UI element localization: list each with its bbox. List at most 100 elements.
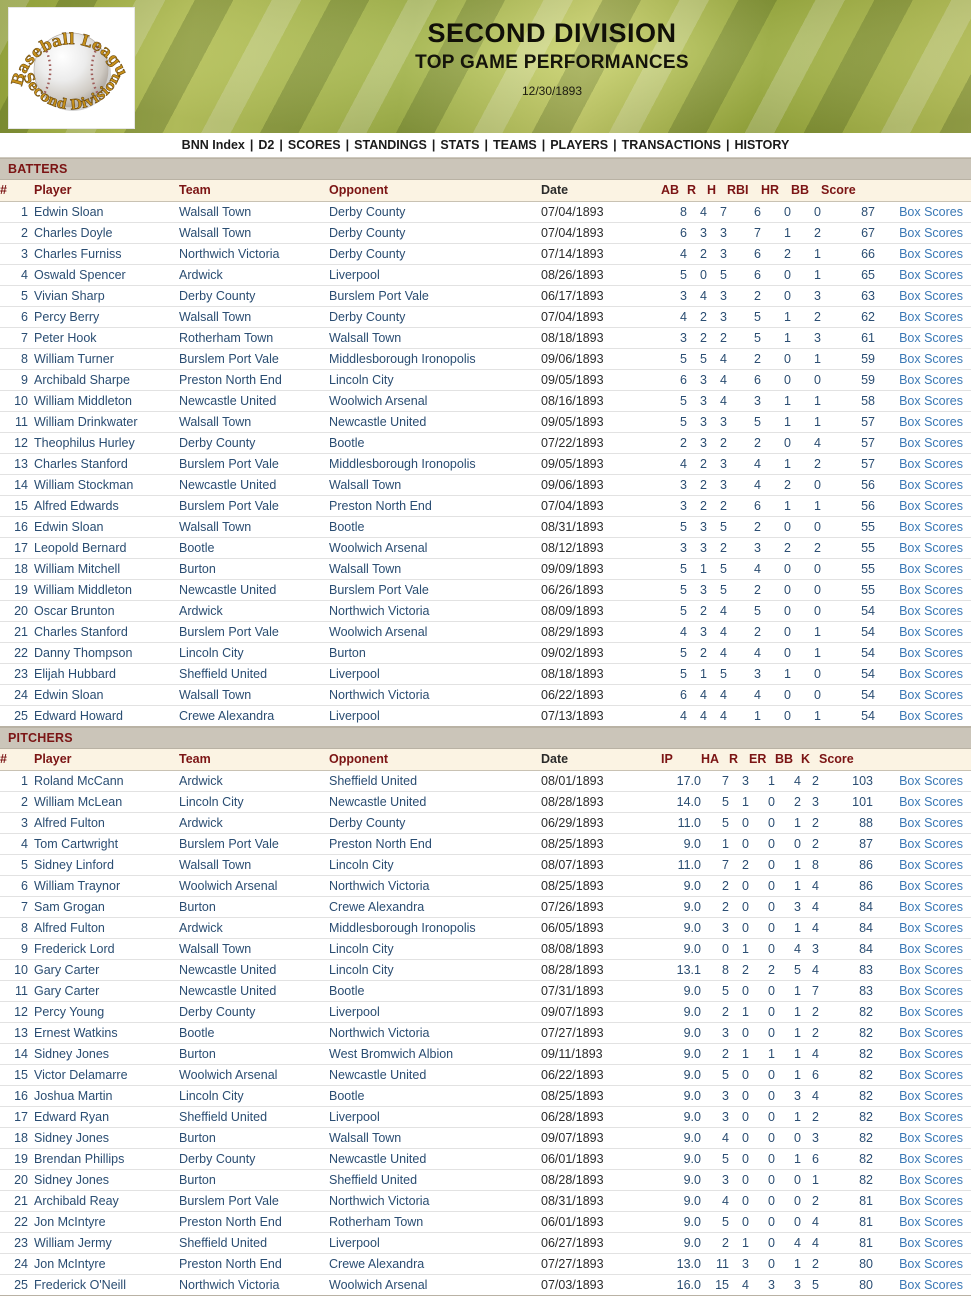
- batter-box-link[interactable]: Box Scores: [899, 688, 963, 702]
- pitcher-box-link[interactable]: Box Scores: [899, 963, 963, 977]
- batter-team-link[interactable]: Crewe Alexandra: [179, 709, 274, 723]
- pitcher-player-link[interactable]: Alfred Fulton: [34, 921, 105, 935]
- pitcher-box-link[interactable]: Box Scores: [899, 1257, 963, 1271]
- pitcher-cell-player[interactable]: Archibald Reay: [34, 1190, 179, 1212]
- batter-cell-team[interactable]: Bootle: [179, 537, 329, 559]
- pitcher-player-link[interactable]: Tom Cartwright: [34, 837, 118, 851]
- batters-col-date[interactable]: Date: [541, 180, 661, 202]
- pitcher-cell-box[interactable]: Box Scores: [873, 1253, 971, 1275]
- pitcher-team-link[interactable]: Burslem Port Vale: [179, 1194, 279, 1208]
- pitcher-cell-team[interactable]: Sheffield United: [179, 1232, 329, 1254]
- batter-cell-team[interactable]: Walsall Town: [179, 516, 329, 538]
- pitcher-cell-opponent[interactable]: Bootle: [329, 1085, 541, 1107]
- pitcher-cell-player[interactable]: Jon McIntyre: [34, 1211, 179, 1233]
- batter-cell-box[interactable]: Box Scores: [875, 474, 971, 496]
- pitcher-player-link[interactable]: Alfred Fulton: [34, 816, 105, 830]
- pitchers-col-rank[interactable]: #: [0, 749, 34, 771]
- batter-cell-team[interactable]: Newcastle United: [179, 474, 329, 496]
- batter-opponent-link[interactable]: Northwich Victoria: [329, 604, 430, 618]
- batter-cell-team[interactable]: Walsall Town: [179, 201, 329, 223]
- batter-player-link[interactable]: Alfred Edwards: [34, 499, 119, 513]
- pitcher-opponent-link[interactable]: Lincoln City: [329, 963, 394, 977]
- pitcher-box-link[interactable]: Box Scores: [899, 816, 963, 830]
- pitcher-box-link[interactable]: Box Scores: [899, 1026, 963, 1040]
- batter-cell-player[interactable]: Edward Howard: [34, 705, 179, 727]
- batter-opponent-link[interactable]: Walsall Town: [329, 562, 401, 576]
- batter-box-link[interactable]: Box Scores: [899, 541, 963, 555]
- batter-cell-opponent[interactable]: Walsall Town: [329, 558, 541, 580]
- batters-col-team[interactable]: Team: [179, 180, 329, 202]
- pitcher-cell-opponent[interactable]: Crewe Alexandra: [329, 896, 541, 918]
- batter-player-link[interactable]: William Stockman: [34, 478, 133, 492]
- batter-cell-team[interactable]: Ardwick: [179, 264, 329, 286]
- pitcher-cell-player[interactable]: Alfred Fulton: [34, 812, 179, 834]
- batter-team-link[interactable]: Northwich Victoria: [179, 247, 280, 261]
- pitcher-cell-opponent[interactable]: Sheffield United: [329, 1169, 541, 1191]
- pitcher-team-link[interactable]: Sheffield United: [179, 1110, 267, 1124]
- pitcher-cell-team[interactable]: Northwich Victoria: [179, 1274, 329, 1296]
- pitcher-player-link[interactable]: Sidney Linford: [34, 858, 114, 872]
- pitcher-cell-team[interactable]: Ardwick: [179, 812, 329, 834]
- pitcher-opponent-link[interactable]: Liverpool: [329, 1236, 380, 1250]
- batter-cell-box[interactable]: Box Scores: [875, 495, 971, 517]
- batter-cell-opponent[interactable]: Bootle: [329, 516, 541, 538]
- batter-opponent-link[interactable]: Preston North End: [329, 499, 432, 513]
- pitcher-cell-player[interactable]: Joshua Martin: [34, 1085, 179, 1107]
- batter-cell-player[interactable]: Edwin Sloan: [34, 201, 179, 223]
- batter-cell-player[interactable]: William Stockman: [34, 474, 179, 496]
- pitcher-cell-opponent[interactable]: Woolwich Arsenal: [329, 1274, 541, 1296]
- pitchers-col-bb[interactable]: BB: [775, 749, 801, 771]
- pitcher-cell-player[interactable]: William Jermy: [34, 1232, 179, 1254]
- pitcher-opponent-link[interactable]: Northwich Victoria: [329, 1194, 430, 1208]
- pitcher-cell-player[interactable]: Frederick Lord: [34, 938, 179, 960]
- batter-opponent-link[interactable]: Derby County: [329, 205, 405, 219]
- batters-col-opponent[interactable]: Opponent: [329, 180, 541, 202]
- batter-cell-team[interactable]: Northwich Victoria: [179, 243, 329, 265]
- batter-cell-team[interactable]: Walsall Town: [179, 222, 329, 244]
- pitcher-cell-player[interactable]: Gary Carter: [34, 959, 179, 981]
- pitcher-team-link[interactable]: Burslem Port Vale: [179, 837, 279, 851]
- pitcher-box-link[interactable]: Box Scores: [899, 984, 963, 998]
- pitcher-cell-team[interactable]: Sheffield United: [179, 1106, 329, 1128]
- batter-cell-opponent[interactable]: Bootle: [329, 432, 541, 454]
- batter-cell-team[interactable]: Newcastle United: [179, 390, 329, 412]
- pitcher-cell-opponent[interactable]: Newcastle United: [329, 1064, 541, 1086]
- batter-opponent-link[interactable]: Newcastle United: [329, 415, 426, 429]
- pitcher-player-link[interactable]: Ernest Watkins: [34, 1026, 118, 1040]
- batters-col-h[interactable]: H: [707, 180, 727, 202]
- pitcher-cell-player[interactable]: Sidney Jones: [34, 1043, 179, 1065]
- batter-player-link[interactable]: Edwin Sloan: [34, 520, 104, 534]
- pitcher-opponent-link[interactable]: Derby County: [329, 816, 405, 830]
- batter-cell-team[interactable]: Rotherham Town: [179, 327, 329, 349]
- pitcher-player-link[interactable]: Sam Grogan: [34, 900, 105, 914]
- batter-cell-opponent[interactable]: Preston North End: [329, 495, 541, 517]
- pitcher-cell-team[interactable]: Burslem Port Vale: [179, 833, 329, 855]
- batter-box-link[interactable]: Box Scores: [899, 457, 963, 471]
- batter-cell-box[interactable]: Box Scores: [875, 243, 971, 265]
- pitcher-cell-team[interactable]: Derby County: [179, 1148, 329, 1170]
- pitcher-opponent-link[interactable]: Woolwich Arsenal: [329, 1278, 427, 1292]
- pitcher-cell-opponent[interactable]: Newcastle United: [329, 791, 541, 813]
- pitcher-cell-box[interactable]: Box Scores: [873, 1001, 971, 1023]
- batter-cell-opponent[interactable]: Lincoln City: [329, 369, 541, 391]
- pitcher-cell-box[interactable]: Box Scores: [873, 959, 971, 981]
- batters-col-hr[interactable]: HR: [761, 180, 791, 202]
- pitcher-opponent-link[interactable]: Sheffield United: [329, 1173, 417, 1187]
- pitcher-cell-opponent[interactable]: Lincoln City: [329, 959, 541, 981]
- pitcher-opponent-link[interactable]: Sheffield United: [329, 774, 417, 788]
- pitcher-cell-player[interactable]: Victor Delamarre: [34, 1064, 179, 1086]
- pitcher-opponent-link[interactable]: Newcastle United: [329, 1068, 426, 1082]
- pitcher-cell-box[interactable]: Box Scores: [873, 1106, 971, 1128]
- pitcher-cell-team[interactable]: Ardwick: [179, 917, 329, 939]
- pitcher-cell-box[interactable]: Box Scores: [873, 770, 971, 792]
- pitcher-player-link[interactable]: Edward Ryan: [34, 1110, 109, 1124]
- pitcher-box-link[interactable]: Box Scores: [899, 774, 963, 788]
- batter-cell-box[interactable]: Box Scores: [875, 327, 971, 349]
- batter-box-link[interactable]: Box Scores: [899, 499, 963, 513]
- pitcher-box-link[interactable]: Box Scores: [899, 942, 963, 956]
- pitcher-cell-opponent[interactable]: Northwich Victoria: [329, 1190, 541, 1212]
- pitcher-team-link[interactable]: Walsall Town: [179, 858, 251, 872]
- pitcher-team-link[interactable]: Woolwich Arsenal: [179, 879, 277, 893]
- pitcher-player-link[interactable]: Frederick O'Neill: [34, 1278, 126, 1292]
- batter-box-link[interactable]: Box Scores: [899, 709, 963, 723]
